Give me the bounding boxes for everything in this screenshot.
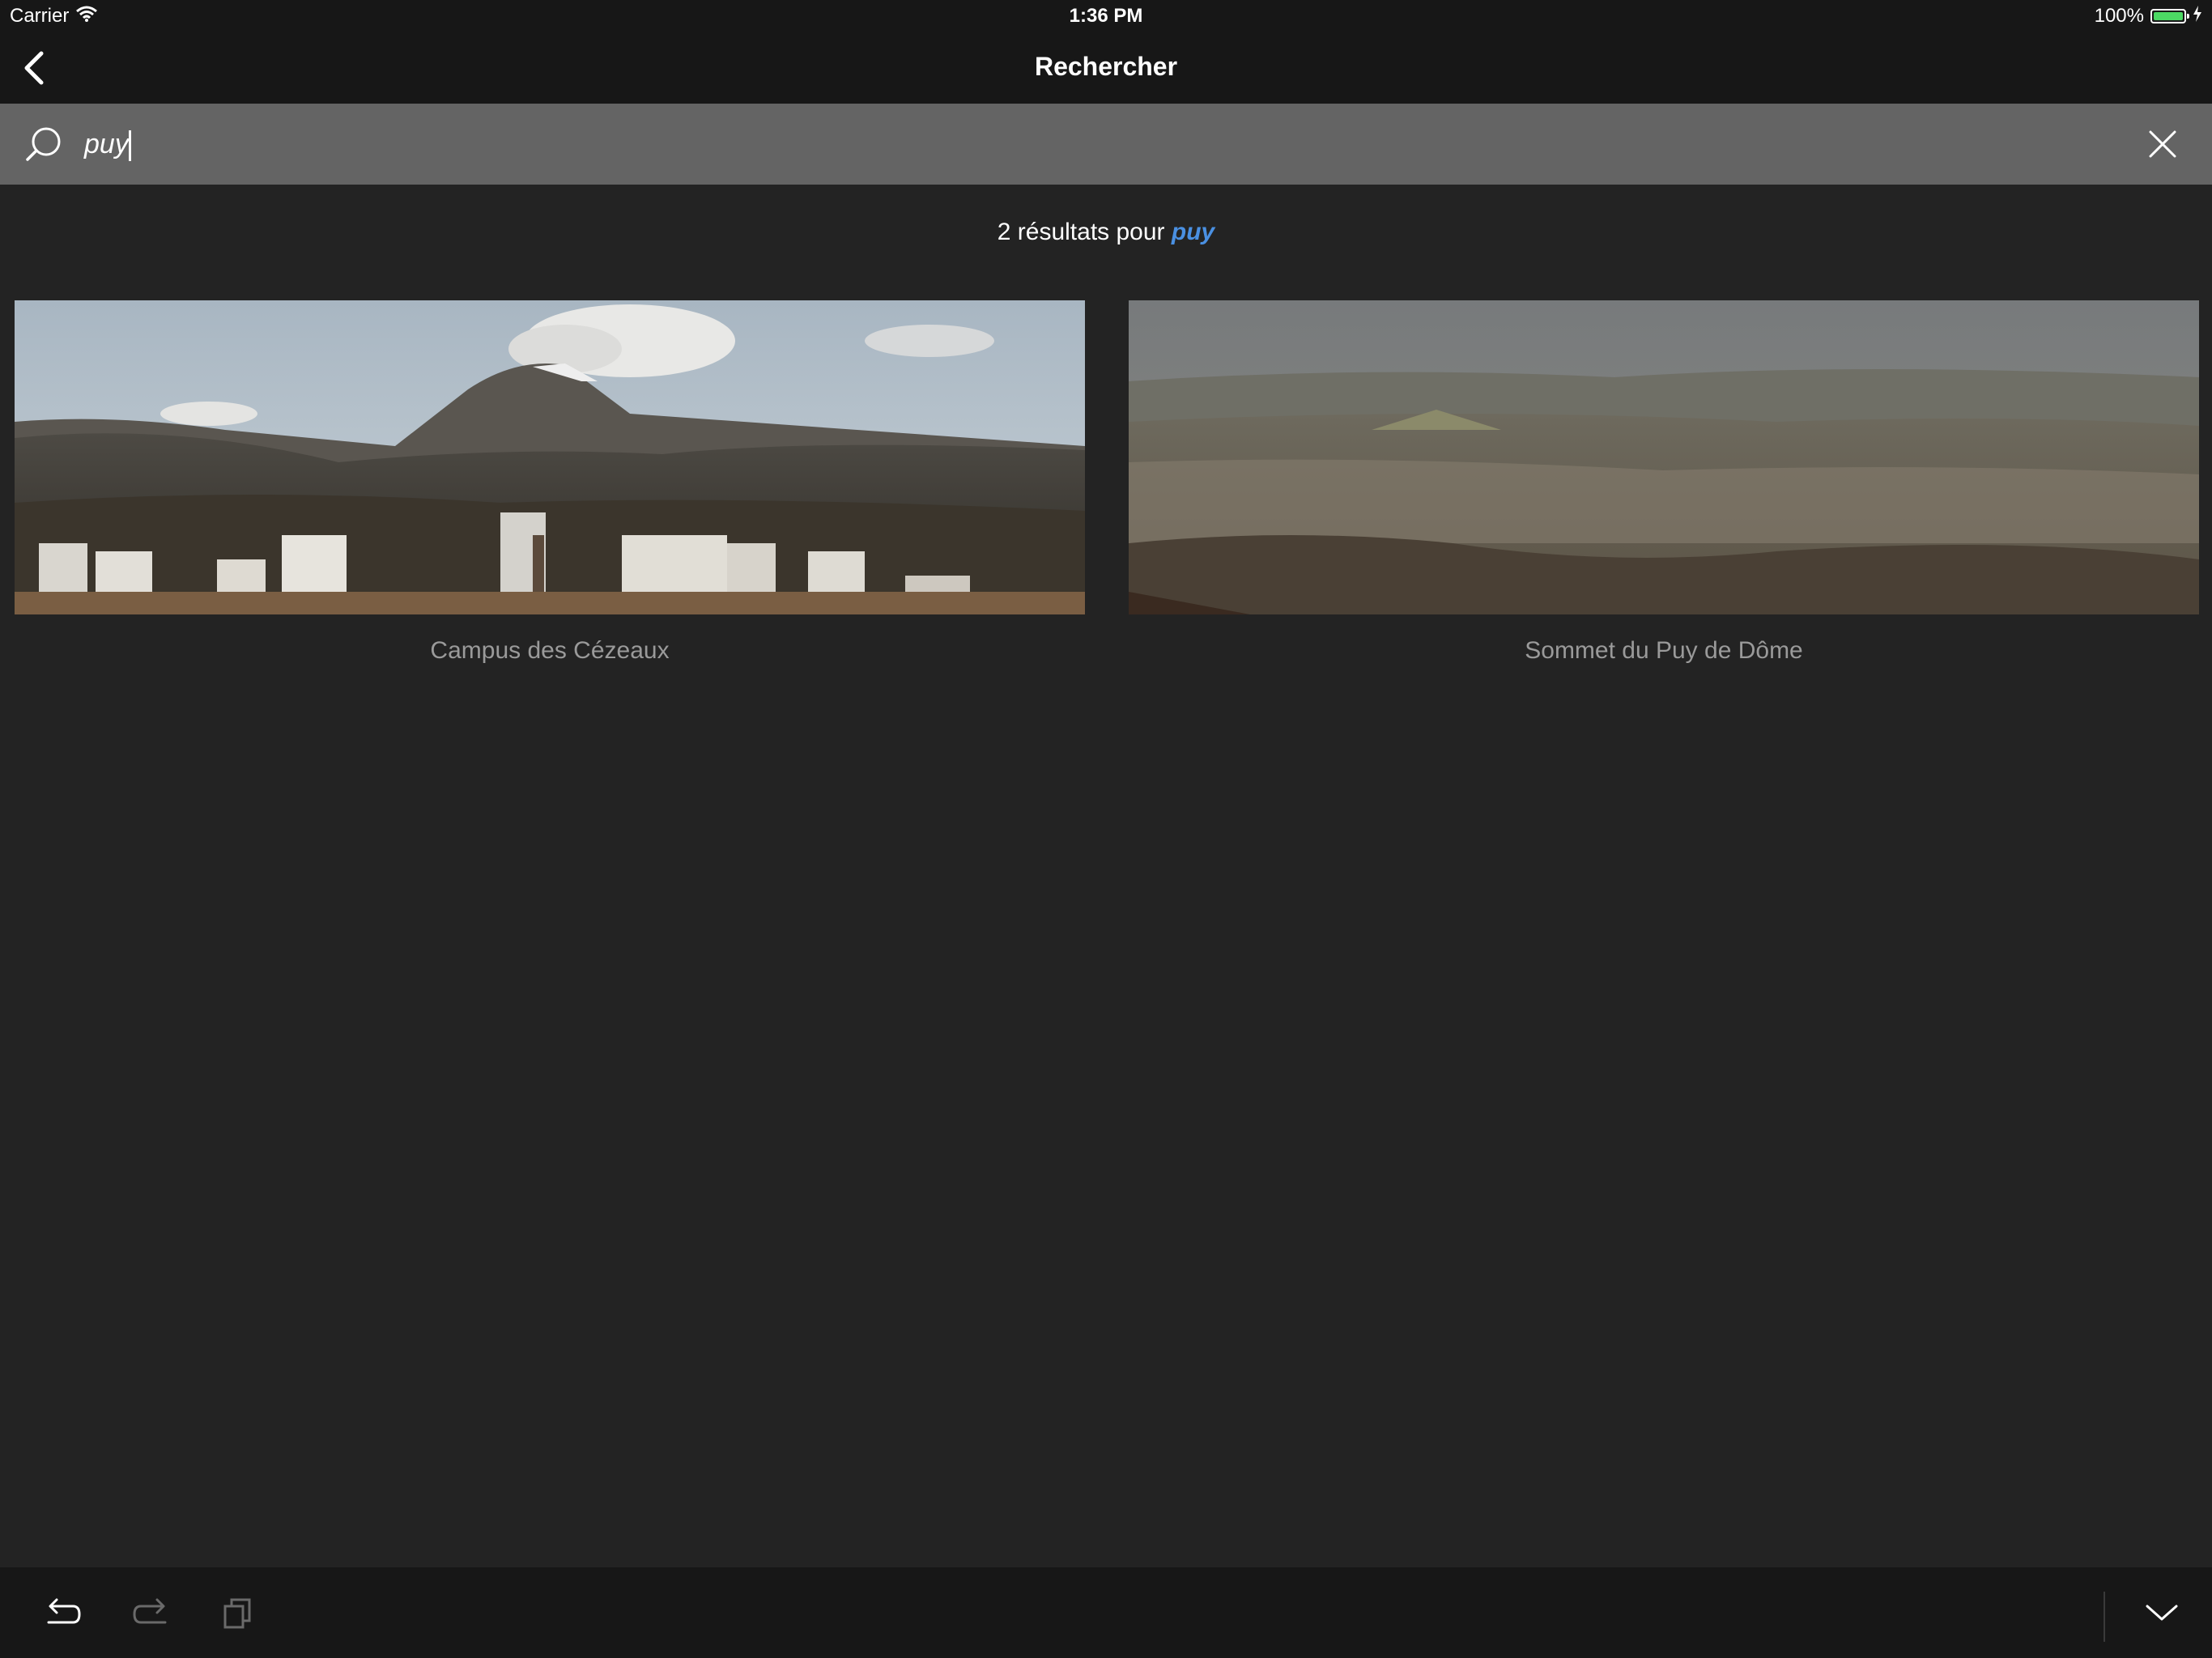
collapse-button[interactable] — [2139, 1590, 2184, 1635]
charging-icon — [2193, 5, 2202, 28]
results-count-text: 2 résultats pour — [997, 219, 1172, 245]
status-time: 1:36 PM — [1069, 5, 1143, 27]
status-right: 100% — [2095, 5, 2202, 28]
result-caption: Sommet du Puy de Dôme — [1525, 637, 1803, 664]
toolbar-divider — [2104, 1592, 2105, 1642]
navigation-bar: Rechercher — [0, 32, 2212, 104]
webcam-thumbnail[interactable] — [1129, 300, 2199, 614]
text-caret — [128, 130, 131, 162]
result-card-campus[interactable]: Campus des Cézeaux — [15, 300, 1085, 665]
close-icon — [2149, 130, 2176, 158]
copy-icon — [223, 1598, 251, 1629]
undo-button[interactable] — [40, 1590, 86, 1635]
search-icon — [23, 125, 63, 165]
undo-icon — [47, 1598, 81, 1624]
search-input[interactable]: puy — [84, 120, 2027, 168]
battery-percent: 100% — [2094, 5, 2144, 27]
battery-fill — [2154, 12, 2183, 20]
result-caption: Campus des Cézeaux — [430, 637, 670, 664]
copy-button[interactable] — [215, 1590, 261, 1635]
search-input-value: puy — [84, 129, 129, 159]
clear-search-button[interactable] — [2142, 124, 2183, 164]
bottom-toolbar — [0, 1567, 2212, 1658]
search-bar: puy — [0, 104, 2212, 185]
results-query: puy — [1171, 219, 1215, 245]
redo-icon — [133, 1598, 167, 1624]
redo-button[interactable] — [128, 1590, 173, 1635]
results-summary: 2 résultats pour puy — [0, 219, 2212, 246]
result-card-puy-de-dome[interactable]: Sommet du Puy de Dôme — [1129, 300, 2199, 665]
battery-icon — [2150, 9, 2189, 23]
page-title: Rechercher — [1034, 52, 1178, 81]
webcam-thumbnail[interactable] — [15, 300, 1085, 614]
chevron-down-icon — [2146, 1605, 2178, 1621]
status-bar: Carrier 1:36 PM 100% — [0, 0, 2212, 32]
